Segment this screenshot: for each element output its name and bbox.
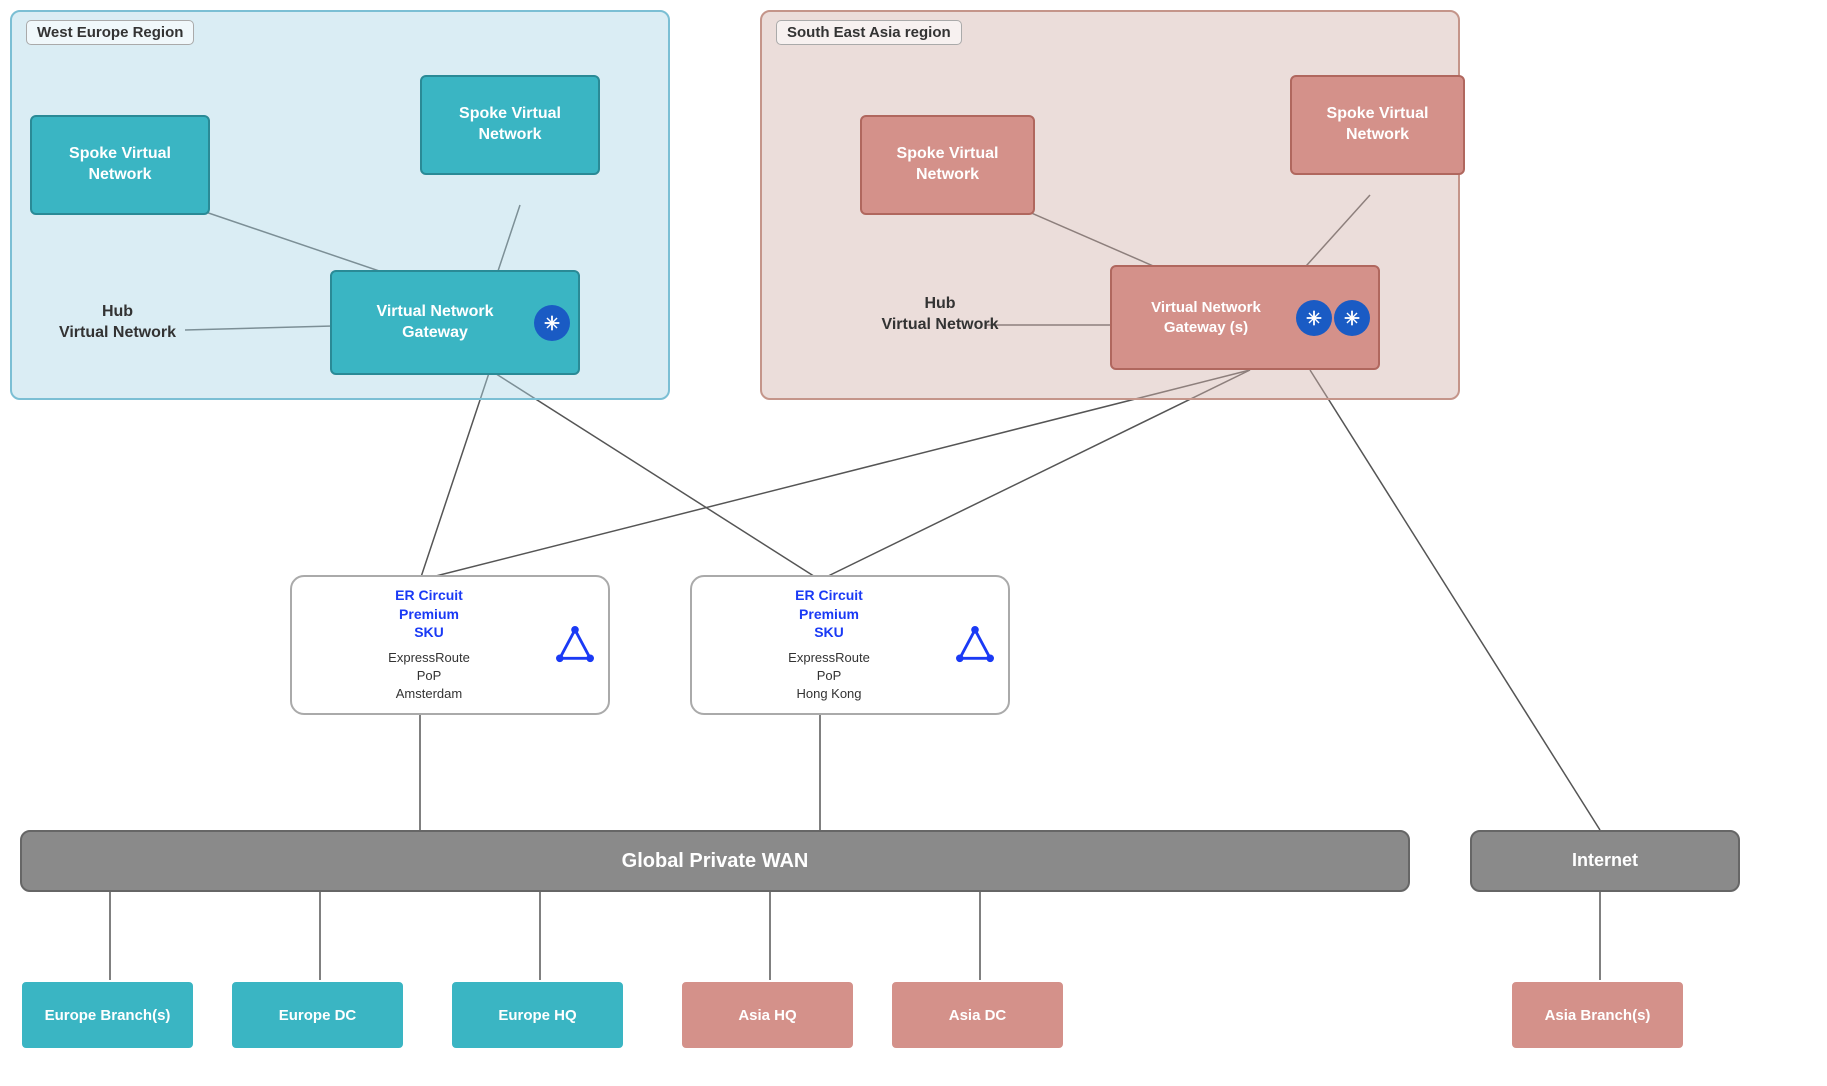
sea-gateway-label: Virtual NetworkGateway (s) [1120, 298, 1292, 337]
asia-branch-box: Asia Branch(s) [1510, 980, 1685, 1050]
sea-gateway-box: Virtual NetworkGateway (s) [1110, 265, 1380, 370]
sea-spoke2-label: Spoke VirtualNetwork [1327, 104, 1429, 146]
west-spoke2-label: Spoke VirtualNetwork [459, 104, 561, 146]
er-hongkong-icon [956, 626, 994, 664]
west-gateway-box: Virtual NetworkGateway [330, 270, 580, 375]
sea-spoke2-box: Spoke VirtualNetwork [1290, 75, 1465, 175]
er-amsterdam-icon [556, 626, 594, 664]
diagram-container: West Europe Region South East Asia regio… [0, 0, 1827, 1086]
sea-spoke1-label: Spoke VirtualNetwork [897, 144, 999, 186]
europe-branch-label: Europe Branch(s) [45, 1007, 171, 1024]
asia-hq-box: Asia HQ [680, 980, 855, 1050]
sea-gateway-icon [1296, 300, 1332, 336]
europe-dc-label: Europe DC [279, 1007, 357, 1024]
europe-dc-box: Europe DC [230, 980, 405, 1050]
asia-dc-box: Asia DC [890, 980, 1065, 1050]
sea-spoke1-box: Spoke VirtualNetwork [860, 115, 1035, 215]
west-spoke1-label: Spoke VirtualNetwork [69, 144, 171, 186]
asia-branch-label: Asia Branch(s) [1545, 1007, 1651, 1024]
er-hongkong-circuit-label: ER CircuitPremiumSKU [706, 586, 952, 641]
sea-hub-label: HubVirtual Network [881, 294, 998, 336]
er-amsterdam-circuit-label: ER CircuitPremiumSKU [306, 586, 552, 641]
sea-gateway-icon2 [1334, 300, 1370, 336]
er-hongkong-pop-label: ExpressRoutePoPHong Kong [706, 649, 952, 704]
er-amsterdam-pop-label: ExpressRoutePoPAmsterdam [306, 649, 552, 704]
global-wan-box: Global Private WAN [20, 830, 1410, 892]
er-amsterdam-box: ER CircuitPremiumSKU ExpressRoutePoPAmst… [290, 575, 610, 715]
west-europe-label: West Europe Region [26, 20, 194, 45]
sea-hub-box: HubVirtual Network [860, 270, 1020, 360]
er-hongkong-box: ER CircuitPremiumSKU ExpressRoutePoPHong… [690, 575, 1010, 715]
europe-hq-box: Europe HQ [450, 980, 625, 1050]
west-hub-label: HubVirtual Network [59, 302, 176, 344]
west-gateway-label: Virtual NetworkGateway [340, 302, 530, 344]
west-spoke2-box: Spoke VirtualNetwork [420, 75, 600, 175]
west-hub-box: HubVirtual Network [30, 275, 205, 370]
sea-label: South East Asia region [776, 20, 962, 45]
internet-box: Internet [1470, 830, 1740, 892]
europe-hq-label: Europe HQ [498, 1007, 576, 1024]
asia-hq-label: Asia HQ [738, 1007, 796, 1024]
europe-branch-box: Europe Branch(s) [20, 980, 195, 1050]
asia-dc-label: Asia DC [949, 1007, 1007, 1024]
west-spoke1-box: Spoke VirtualNetwork [30, 115, 210, 215]
internet-label: Internet [1572, 849, 1638, 872]
west-gateway-icon [534, 305, 570, 341]
global-wan-label: Global Private WAN [622, 848, 809, 874]
